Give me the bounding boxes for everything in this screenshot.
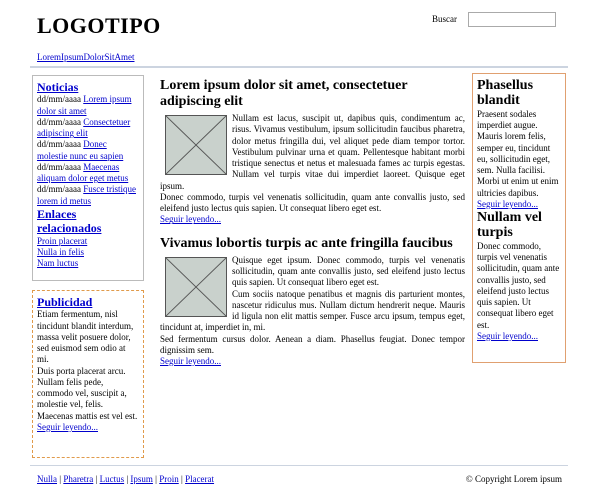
article-read-more-link[interactable]: Seguir leyendo... [160,214,221,224]
news-date: dd/mm/aaaa [37,139,81,150]
article-read-more-link[interactable]: Seguir leyendo... [160,356,221,366]
news-title[interactable]: Noticias [37,80,139,94]
related-link-item: Nulla in felis [37,247,139,258]
site-logo[interactable]: LOGOTIPO [37,12,161,40]
right-read-more-link[interactable]: Seguir leyendo... [477,199,538,209]
ad-box: Publicidad Etiam fermentum, nisl tincidu… [32,290,144,458]
right-section-text: Donec commodo, turpis vel venenatis soll… [477,240,560,330]
search-input[interactable] [468,12,556,27]
news-date: dd/mm/aaaa [37,161,81,172]
news-list: dd/mm/aaaa Lorem ipsum dolor sit amet dd… [37,94,139,207]
article: Vivamus lobortis turpis ac ante fringill… [160,236,465,368]
right-read-more-link[interactable]: Seguir leyendo... [477,331,538,341]
right-section-title: Nullam vel turpis [477,210,542,241]
related-links-list: Proin placerat Nulla in felis Nam luctus [37,236,139,270]
main-content: Lorem ipsum dolor sit amet, consectetuer… [160,78,465,377]
footer-link-luctus[interactable]: Luctus [100,474,125,484]
search-label: Buscar [432,14,457,24]
footer-link-pharetra[interactable]: Pharetra [63,474,93,484]
news-item: dd/mm/aaaa Maecenas aliquam dolor eget m… [37,162,139,185]
footer-nav: Nulla | Pharetra | Luctus | Ipsum | Proi… [37,474,214,485]
related-link-item: Proin placerat [37,236,139,247]
footer-divider [30,465,568,466]
article-paragraph: Sed fermentum cursus dolor. Aenean a dia… [160,333,465,355]
footer-link-placerat[interactable]: Placerat [185,474,214,484]
news-date: dd/mm/aaaa [37,94,81,105]
image-placeholder-icon [165,256,227,317]
related-link-item: Nam luctus [37,258,139,269]
article: Lorem ipsum dolor sit amet, consectetuer… [160,78,465,226]
related-links-title[interactable]: Enlaces relacionados [37,207,139,236]
ad-read-more-link[interactable]: Seguir leyendo... [37,422,98,432]
footer-link-nulla[interactable]: Nulla [37,474,57,484]
right-section-text: Praesent sodales imperdiet augue. Mauris… [477,108,559,198]
related-link[interactable]: Proin placerat [37,236,87,246]
article-paragraph: Donec commodo, turpis vel venenatis soll… [160,191,465,214]
article-title: Lorem ipsum dolor sit amet, consectetuer… [160,78,408,110]
ad-text: Etiam fermentum, nisl tincidunt blandit … [37,309,134,365]
news-date: dd/mm/aaaa [37,116,81,127]
footer-link-ipsum[interactable]: Ipsum [130,474,153,484]
related-link[interactable]: Nam luctus [37,258,78,268]
news-box: Noticias dd/mm/aaaa Lorem ipsum dolor si… [32,75,144,281]
news-item: dd/mm/aaaa Donec molestie nunc eu sapien [37,139,139,162]
article-title: Vivamus lobortis turpis ac ante fringill… [160,235,453,251]
right-section-title: Phasellus blandit [477,78,534,109]
news-item: dd/mm/aaaa Fusce tristique lorem id metu… [37,184,139,207]
news-date: dd/mm/aaaa [37,184,81,195]
related-link[interactable]: Nulla in felis [37,247,84,257]
news-item: dd/mm/aaaa Consectetuer adipiscing elit [37,117,139,140]
news-item: dd/mm/aaaa Lorem ipsum dolor sit amet [37,94,139,117]
footer-link-proin[interactable]: Proin [159,474,179,484]
copyright-text: © Copyright Lorem ipsum [465,474,562,484]
image-placeholder-icon [165,115,227,176]
ad-title[interactable]: Publicidad [37,295,139,309]
site-name-link[interactable]: LoremIpsumDolorSitAmet [37,52,135,63]
right-sidebar-box: Phasellus blandit Praesent sodales imper… [472,73,566,363]
ad-text: Duis porta placerat arcu. Nullam felis p… [37,365,138,421]
header-divider [30,66,568,68]
